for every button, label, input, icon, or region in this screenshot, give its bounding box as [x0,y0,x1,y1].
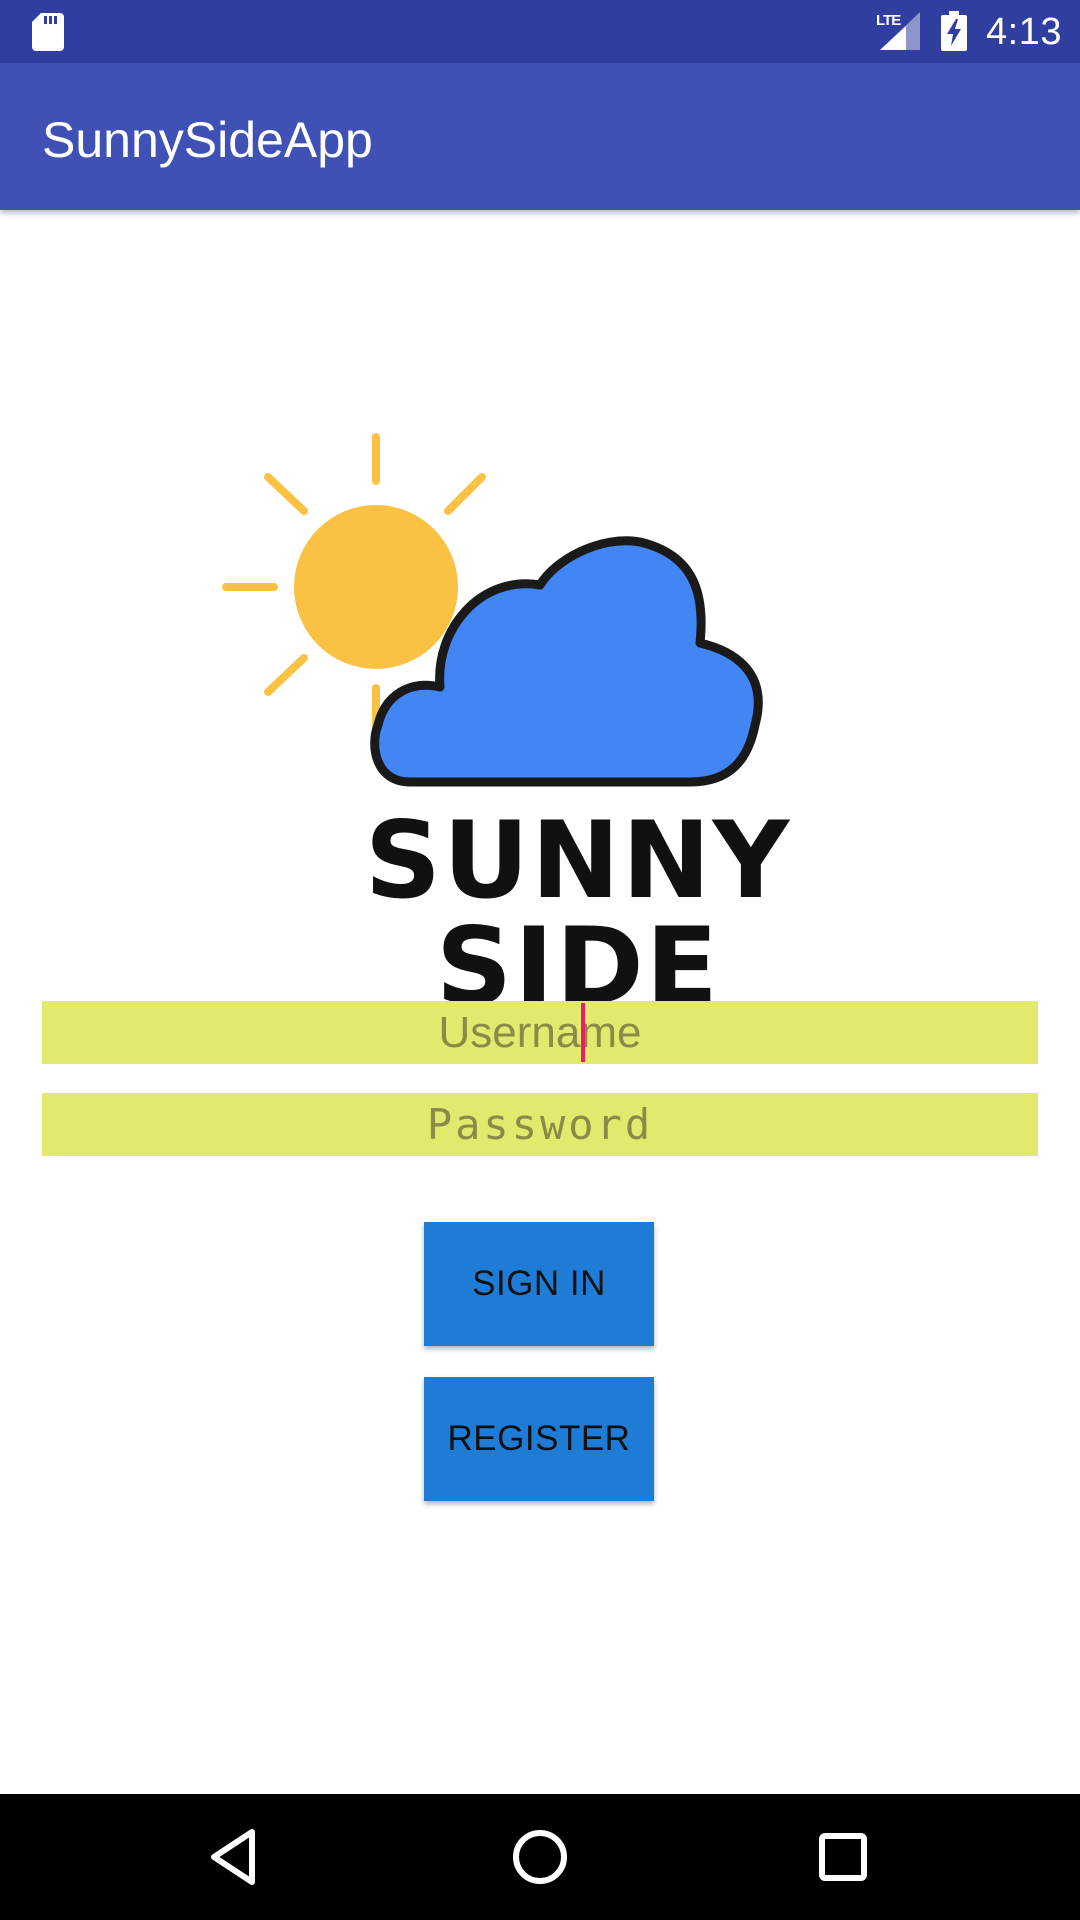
sign-in-button[interactable]: SIGN IN [424,1222,654,1346]
app-bar: SunnySideApp [0,63,1080,210]
logo-wordmark: SUNNY SIDE [364,799,792,1028]
back-icon[interactable] [202,1824,268,1890]
app-title: SunnySideApp [42,112,373,168]
register-button[interactable]: REGISTER [424,1377,654,1501]
password-field[interactable] [42,1093,1038,1156]
navigation-bar [0,1794,1080,1920]
username-input[interactable] [42,1001,1038,1064]
clock: 4:13 [986,11,1062,53]
recents-icon[interactable] [810,1824,876,1890]
status-bar: LTE 4:13 [0,0,1080,63]
sd-card-icon [32,13,64,51]
text-cursor [581,1003,585,1062]
password-input[interactable] [42,1093,1038,1156]
username-field[interactable] [42,1001,1038,1064]
signal-icon [880,12,920,50]
home-icon[interactable] [507,1824,573,1890]
battery-charging-icon [941,11,967,51]
